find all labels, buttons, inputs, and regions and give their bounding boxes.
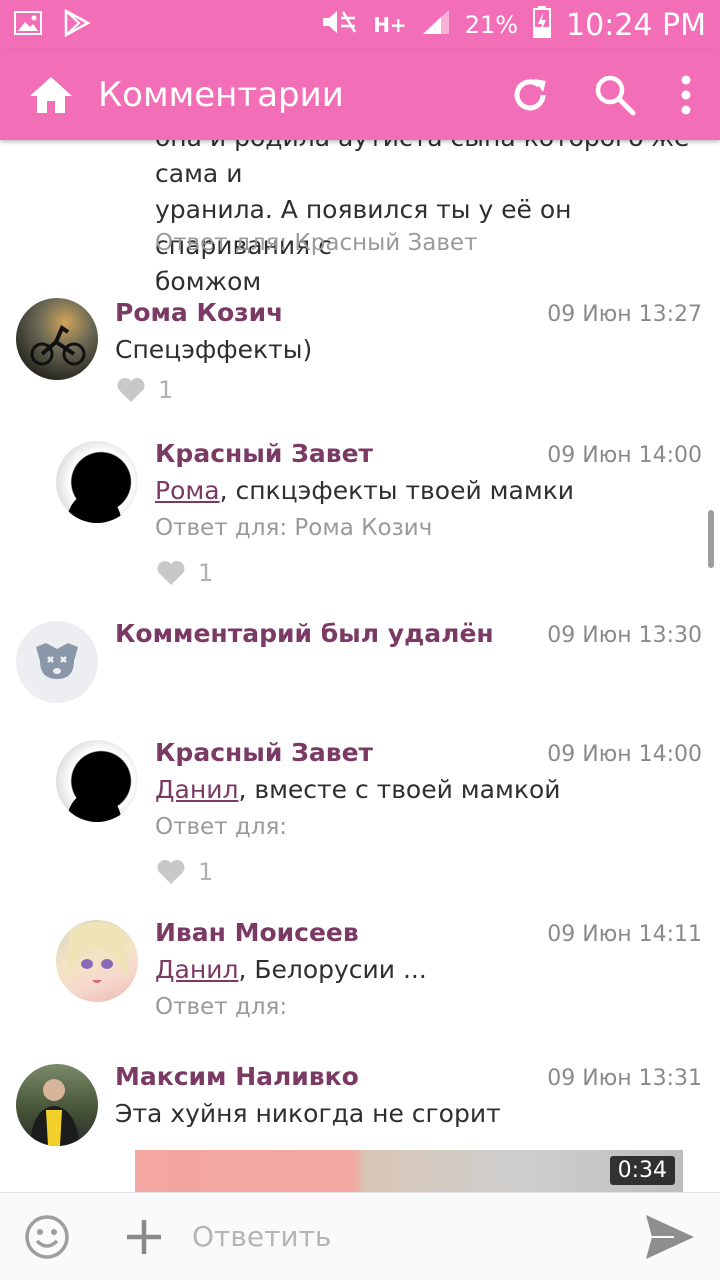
author-name[interactable]: Рома Козич (115, 298, 283, 327)
scrollbar[interactable] (708, 510, 714, 568)
comment-text-body: , спкцэфекты твоей мамки (219, 476, 575, 505)
comment-text-line: бомжом (155, 267, 262, 296)
more-vert-icon[interactable] (680, 75, 692, 115)
comment-text: она и родила аутиста сына которого же са… (155, 140, 715, 300)
send-icon[interactable] (644, 1213, 696, 1261)
battery-charging-icon (532, 5, 552, 45)
comment-text: Данил, Белорусии ... (155, 952, 427, 988)
gallery-notification-icon (14, 11, 42, 39)
app-bar: Комментарии (0, 50, 720, 140)
deleted-dog-icon (36, 643, 78, 679)
comment-date: 09 Июн 13:27 (547, 302, 702, 327)
heart-icon (117, 378, 145, 402)
comment-text: Спецэффекты) (115, 335, 313, 364)
author-name[interactable]: Максим Наливко (115, 1062, 359, 1091)
play-store-notification-icon (64, 8, 91, 41)
status-bar: H+ 21% 10:24 PM (0, 0, 720, 50)
attach-add-icon[interactable] (124, 1217, 164, 1257)
battery-percent: 21% (464, 11, 519, 39)
reply-for-label[interactable]: Ответ для: (155, 814, 287, 840)
author-name[interactable]: Красный Завет (155, 439, 373, 468)
mention-link[interactable]: Данил (155, 775, 238, 804)
refresh-icon[interactable] (510, 75, 550, 115)
reply-for-label[interactable]: Ответ для: Красный Завет (155, 230, 477, 256)
video-duration: 0:34 (609, 1156, 675, 1185)
page-title: Комментарии (98, 75, 344, 115)
home-icon[interactable] (28, 75, 74, 115)
comment-text-body: , вместе с твоей мамкой (238, 775, 561, 804)
comment-date: 09 Июн 14:11 (547, 922, 702, 947)
mute-icon (319, 8, 359, 42)
comment-text-line: она и родила аутиста сына которого же са… (155, 140, 689, 188)
like-count: 1 (158, 376, 174, 404)
comment-date: 09 Июн 13:30 (547, 623, 702, 648)
reply-for-label[interactable]: Ответ для: Рома Козич (155, 515, 432, 541)
like-count: 1 (198, 858, 214, 886)
avatar[interactable] (56, 441, 138, 523)
heart-icon (157, 561, 185, 585)
mention-link[interactable]: Рома (155, 476, 220, 505)
search-icon[interactable] (594, 74, 636, 116)
comment-text: Данил, вместе с твоей мамкой (155, 772, 560, 808)
signal-icon (421, 8, 451, 42)
comment-text-body: , Белорусии ... (238, 955, 427, 984)
deleted-comment-label: Комментарий был удалён (115, 619, 494, 648)
reply-for-label[interactable]: Ответ для: (155, 994, 287, 1020)
avatar (16, 621, 98, 703)
like-count: 1 (198, 559, 214, 587)
reply-input[interactable] (192, 1220, 644, 1253)
like-button[interactable]: 1 (156, 858, 213, 886)
network-type: H+ (373, 13, 407, 37)
mention-link[interactable]: Данил (155, 955, 238, 984)
avatar[interactable] (16, 298, 98, 380)
avatar[interactable] (56, 740, 138, 822)
heart-icon (157, 860, 185, 884)
emoji-icon[interactable] (24, 1214, 70, 1260)
avatar[interactable] (16, 1064, 98, 1146)
comment-text: Рома, спкцэфекты твоей мамки (155, 473, 574, 509)
like-button[interactable]: 1 (116, 376, 173, 404)
author-name[interactable]: Красный Завет (155, 738, 373, 767)
like-button[interactable]: 1 (156, 559, 213, 587)
comments-feed[interactable]: она и родила аутиста сына которого же са… (0, 140, 720, 1192)
comment-date: 09 Июн 13:31 (547, 1066, 702, 1091)
reply-bar (0, 1192, 720, 1280)
clock: 10:24 PM (566, 7, 706, 43)
video-attachment[interactable]: 0:34 (135, 1150, 683, 1192)
author-name[interactable]: Иван Моисеев (155, 918, 359, 947)
comment-text: Эта хуйня никогда не сгорит (115, 1099, 501, 1128)
avatar[interactable] (56, 920, 138, 1002)
comment-date: 09 Июн 14:00 (547, 443, 702, 468)
comment-date: 09 Июн 14:00 (547, 742, 702, 767)
